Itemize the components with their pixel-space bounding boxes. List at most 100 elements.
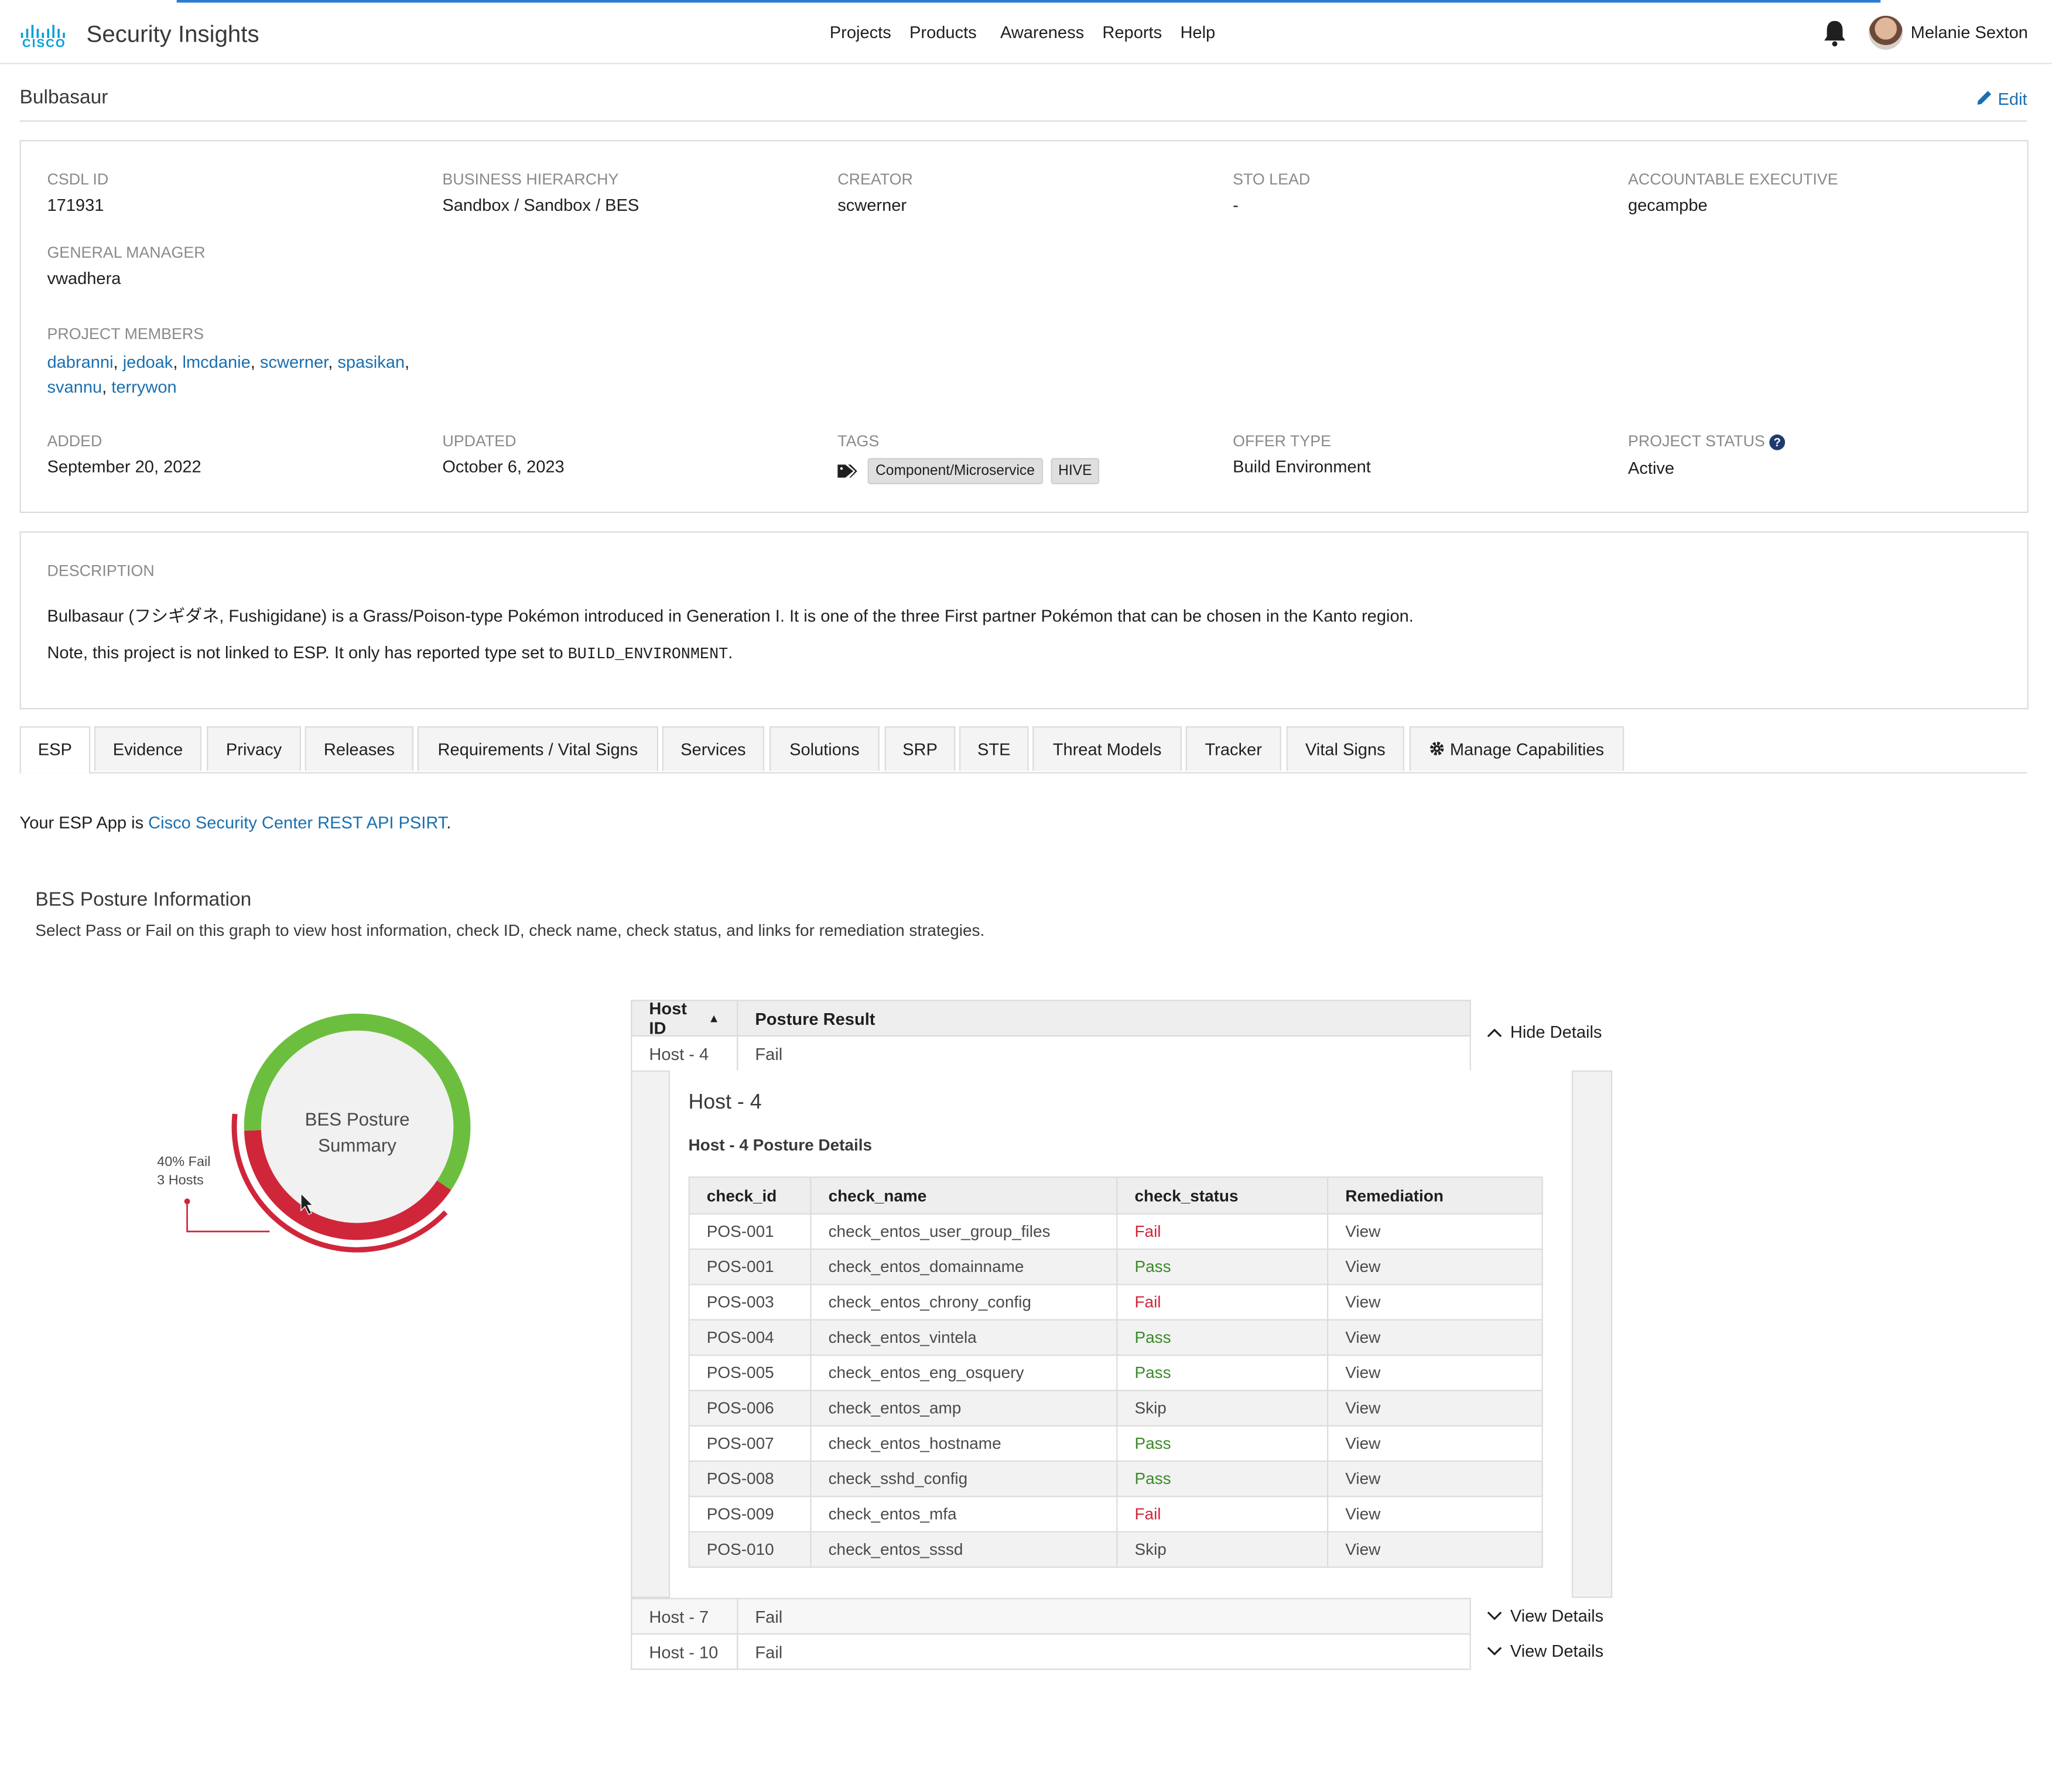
view-details-button[interactable]: View Details bbox=[1487, 1606, 1603, 1625]
remediation-view-link[interactable]: View bbox=[1326, 1390, 1543, 1427]
tab-releases[interactable]: Releases bbox=[305, 726, 414, 771]
general-manager-link[interactable]: vwadhera bbox=[47, 268, 121, 288]
gear-icon bbox=[1430, 741, 1444, 755]
tag-chip[interactable]: HIVE bbox=[1050, 458, 1100, 484]
check-status-cell: Pass bbox=[1116, 1354, 1329, 1391]
table-row-posture[interactable]: Fail bbox=[737, 1035, 1471, 1072]
tab-threat-models[interactable]: Threat Models bbox=[1032, 726, 1182, 771]
project-tabs: ESP Evidence Privacy Releases Requiremen… bbox=[19, 726, 2027, 774]
note-suffix: . bbox=[728, 642, 733, 662]
business-hierarchy-value: Sandbox / Sandbox / BES bbox=[442, 194, 639, 215]
help-icon[interactable]: ? bbox=[1769, 434, 1786, 450]
view-details-button[interactable]: View Details bbox=[1487, 1641, 1604, 1661]
table-row: POS-006 check_entos_amp Skip View bbox=[688, 1390, 1543, 1427]
table-row-host-id[interactable]: Host - 10 bbox=[631, 1633, 738, 1670]
check-name-cell: check_entos_eng_osquery bbox=[810, 1354, 1118, 1391]
updated-label: UPDATED bbox=[442, 432, 517, 450]
project-status-value: Active bbox=[1627, 458, 1675, 478]
bell-icon[interactable] bbox=[1822, 18, 1848, 47]
table-row: POS-001 check_entos_user_group_files Fail V… bbox=[688, 1213, 1543, 1250]
tab-services[interactable]: Services bbox=[662, 726, 765, 771]
col-check-name[interactable]: check_name bbox=[810, 1176, 1118, 1215]
check-status-cell: Fail bbox=[1116, 1284, 1329, 1321]
table-row: POS-005 check_entos_eng_osquery Pass View bbox=[688, 1354, 1543, 1391]
remediation-view-link[interactable]: View bbox=[1326, 1248, 1543, 1285]
tab-ste[interactable]: STE bbox=[959, 726, 1029, 771]
esp-suffix: . bbox=[446, 812, 452, 833]
tab-evidence[interactable]: Evidence bbox=[94, 726, 202, 771]
fail-leader-dot bbox=[184, 1198, 190, 1205]
check-id-cell: POS-010 bbox=[688, 1531, 812, 1568]
bes-posture-subtitle: Select Pass or Fail on this graph to vie… bbox=[35, 921, 985, 940]
user-avatar[interactable] bbox=[1869, 15, 1903, 50]
sort-icon[interactable]: ▲︎ bbox=[708, 1011, 720, 1024]
table-row-posture[interactable]: Fail bbox=[737, 1633, 1471, 1670]
member-link[interactable]: dabranni bbox=[47, 352, 113, 372]
col-check-status[interactable]: check_status bbox=[1116, 1176, 1329, 1215]
table-row-host-id[interactable]: Host - 4 bbox=[631, 1035, 738, 1072]
tab-privacy[interactable]: Privacy bbox=[207, 726, 301, 771]
nav-projects[interactable]: Projects bbox=[830, 22, 891, 42]
tag-chip[interactable]: Component/Microservice bbox=[867, 458, 1043, 484]
chevron-down-icon bbox=[1487, 1610, 1502, 1620]
check-status-cell: Skip bbox=[1116, 1531, 1329, 1568]
cisco-logo-text: CISCO bbox=[22, 36, 66, 50]
member-link[interactable]: terrywon bbox=[111, 377, 176, 397]
business-hierarchy-label: BUSINESS HIERARCHY bbox=[442, 170, 619, 189]
app-title[interactable]: Security Insights bbox=[86, 21, 259, 49]
remediation-view-link[interactable]: View bbox=[1326, 1319, 1543, 1356]
host-id-header[interactable]: Host ID ▲︎ bbox=[631, 998, 738, 1038]
chevron-up-icon bbox=[1487, 1028, 1502, 1037]
pencil-icon bbox=[1977, 91, 1992, 105]
loading-bar bbox=[176, 0, 1881, 3]
esp-app-link[interactable]: Cisco Security Center REST API PSIRT bbox=[148, 813, 446, 833]
donut-center-line-1: BES Posture bbox=[305, 1109, 410, 1130]
member-link[interactable]: scwerner bbox=[260, 352, 328, 372]
remediation-view-link[interactable]: View bbox=[1326, 1496, 1543, 1533]
remediation-view-link[interactable]: View bbox=[1326, 1284, 1543, 1321]
remediation-view-link[interactable]: View bbox=[1326, 1531, 1543, 1568]
accountable-exec-link[interactable]: gecampbe bbox=[1628, 195, 1708, 215]
member-link[interactable]: spasikan bbox=[337, 352, 405, 372]
sto-lead-label: STO LEAD bbox=[1233, 170, 1311, 189]
remediation-view-link[interactable]: View bbox=[1326, 1354, 1543, 1391]
tab-tracker[interactable]: Tracker bbox=[1185, 726, 1281, 771]
tab-solutions[interactable]: Solutions bbox=[770, 726, 880, 771]
col-remediation[interactable]: Remediation bbox=[1326, 1176, 1543, 1215]
tab-manage-capabilities[interactable]: Manage Capabilities bbox=[1409, 726, 1624, 771]
table-row: POS-007 check_entos_hostname Pass View bbox=[688, 1425, 1543, 1462]
tab-requirements[interactable]: Requirements / Vital Signs bbox=[417, 726, 659, 771]
nav-reports[interactable]: Reports bbox=[1102, 22, 1162, 42]
check-status-cell: Pass bbox=[1116, 1425, 1329, 1462]
project-status-label: PROJECT STATUS ? bbox=[1628, 432, 1786, 450]
check-status-cell: Skip bbox=[1116, 1390, 1329, 1427]
bes-posture-title: BES Posture Information bbox=[35, 888, 252, 911]
tab-vital-signs[interactable]: Vital Signs bbox=[1286, 726, 1404, 771]
check-id-cell: POS-001 bbox=[688, 1248, 812, 1285]
tags-list: Component/Microservice HIVE bbox=[837, 458, 1107, 484]
member-link[interactable]: svannu bbox=[47, 377, 102, 397]
bes-posture-donut-chart[interactable]: BES Posture Summary bbox=[144, 1001, 536, 1302]
user-name[interactable]: Melanie Sexton bbox=[1911, 22, 2028, 42]
remediation-view-link[interactable]: View bbox=[1326, 1460, 1543, 1497]
member-link[interactable]: jedoak bbox=[123, 352, 173, 372]
esp-app-line: Your ESP App is Cisco Security Center RE… bbox=[20, 813, 452, 833]
note-code: BUILD_ENVIRONMENT bbox=[567, 645, 729, 664]
tab-esp[interactable]: ESP bbox=[19, 726, 91, 774]
csdl-id-value: 171931 bbox=[47, 194, 104, 215]
creator-link[interactable]: scwerner bbox=[837, 195, 907, 215]
nav-help[interactable]: Help bbox=[1180, 22, 1215, 42]
nav-products[interactable]: Products bbox=[909, 22, 977, 42]
remediation-view-link[interactable]: View bbox=[1326, 1425, 1543, 1462]
member-link[interactable]: lmcdanie bbox=[182, 352, 250, 372]
table-row-posture[interactable]: Fail bbox=[737, 1598, 1471, 1635]
hide-details-button[interactable]: Hide Details bbox=[1487, 1022, 1602, 1042]
view-details-label: View Details bbox=[1510, 1641, 1604, 1661]
table-row-host-id[interactable]: Host - 7 bbox=[631, 1598, 738, 1635]
tab-srp[interactable]: SRP bbox=[884, 726, 956, 771]
col-check-id[interactable]: check_id bbox=[688, 1176, 812, 1215]
remediation-view-link[interactable]: View bbox=[1326, 1213, 1543, 1250]
edit-button[interactable]: Edit bbox=[1976, 89, 2027, 108]
posture-result-header[interactable]: Posture Result bbox=[737, 1000, 1471, 1037]
nav-awareness[interactable]: Awareness bbox=[1000, 22, 1084, 42]
